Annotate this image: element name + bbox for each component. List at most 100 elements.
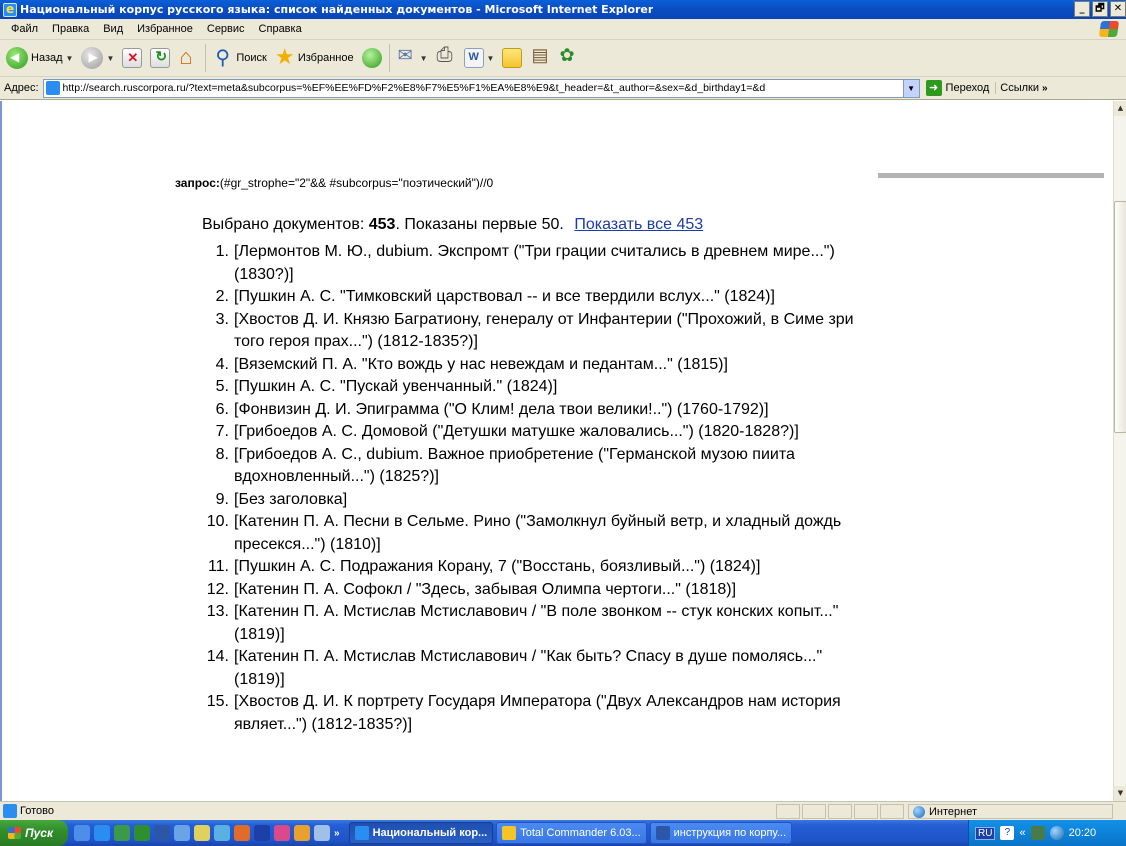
- menu-edit[interactable]: Правка: [45, 23, 96, 35]
- vertical-scrollbar[interactable]: ▲ ▼: [1113, 101, 1126, 801]
- scroll-thumb[interactable]: [1114, 201, 1126, 433]
- go-label: Переход: [945, 82, 990, 94]
- document-item: 7. [Грибоедов А. С. Домовой ("Детушки мат…: [202, 421, 862, 444]
- stop-button[interactable]: [119, 43, 145, 73]
- search-label: Поиск: [236, 52, 267, 64]
- research-button[interactable]: [527, 43, 553, 73]
- back-dropdown-icon[interactable]: ▼: [66, 54, 74, 63]
- favorites-button[interactable]: Избранное: [272, 43, 357, 73]
- messenger-tray-icon[interactable]: [1049, 826, 1064, 840]
- menu-tools[interactable]: Сервис: [200, 23, 252, 35]
- scroll-up-icon[interactable]: ▲: [1114, 101, 1126, 116]
- tray-expand-chevron[interactable]: «: [1019, 827, 1025, 839]
- document-number: 6.: [215, 400, 229, 418]
- edit-dropdown-icon[interactable]: ▼: [487, 54, 495, 63]
- taskbar-item-word[interactable]: инструкция по корпу...: [649, 822, 793, 844]
- document-number: 3.: [215, 310, 229, 328]
- document-list: 1. [Лермонтов М. Ю., dubium. Экспромт ("Т…: [202, 241, 862, 736]
- network-tray-icon[interactable]: [1030, 826, 1045, 840]
- help-icon[interactable]: ?: [1000, 826, 1015, 840]
- document-title: [Катенин П. А. Мстислав Мстиславович / "…: [234, 648, 823, 688]
- tool-icon[interactable]: [234, 825, 250, 841]
- menu-help[interactable]: Справка: [252, 23, 309, 35]
- word-icon[interactable]: [154, 825, 170, 841]
- edit-button[interactable]: ▼: [461, 43, 498, 73]
- window-icon[interactable]: [214, 825, 230, 841]
- notes-icon[interactable]: [294, 825, 310, 841]
- taskbar: Пуск » Национальный кор... Total Command…: [0, 820, 1126, 846]
- task-label: инструкция по корпу...: [673, 827, 787, 839]
- address-label: Адрес:: [4, 82, 39, 94]
- document-item: 12. [Катенин П. А. Софокл / "Здесь, забыв…: [202, 579, 862, 602]
- search-button[interactable]: Поиск: [210, 43, 269, 73]
- home-button[interactable]: [175, 43, 201, 73]
- word-task-icon: [655, 826, 670, 840]
- mail-dropdown-icon[interactable]: ▼: [420, 54, 428, 63]
- close-button[interactable]: ✕: [1110, 1, 1126, 17]
- document-item: 13. [Катенин П. А. Мстислав Мстиславович …: [202, 601, 862, 646]
- start-button[interactable]: Пуск: [0, 820, 68, 846]
- disk-icon[interactable]: [254, 825, 270, 841]
- document-title: [Хвостов Д. И. Князю Багратиону, генерал…: [234, 310, 854, 351]
- network-icon[interactable]: [174, 825, 190, 841]
- results-summary: Выбрано документов: 453. Показаны первые…: [202, 216, 703, 234]
- menu-favorites[interactable]: Избранное: [130, 23, 200, 35]
- refresh-button[interactable]: [147, 43, 173, 73]
- document-number: 5.: [215, 378, 229, 395]
- document-number: 10.: [206, 513, 229, 530]
- query-line: запрос:(#gr_strophe="2"&& #subcorpus="по…: [175, 176, 493, 190]
- start-label: Пуск: [25, 826, 54, 840]
- back-arrow-icon: [6, 47, 28, 69]
- messenger-button[interactable]: [555, 43, 581, 73]
- history-button[interactable]: [359, 43, 385, 73]
- forward-button[interactable]: ▼: [78, 43, 117, 73]
- address-url[interactable]: http://search.ruscorpora.ru/?text=meta&s…: [63, 82, 901, 94]
- document-number: 15.: [206, 693, 229, 710]
- language-indicator[interactable]: RU: [975, 826, 996, 840]
- status-panel: [776, 804, 800, 819]
- media-icon[interactable]: [274, 825, 290, 841]
- app-quicklaunch-icon[interactable]: [114, 825, 130, 841]
- ie-icon: [3, 2, 17, 17]
- address-dropdown-icon[interactable]: ▼: [902, 79, 919, 97]
- document-item: 9. [Без заголовка]: [202, 489, 862, 512]
- address-input[interactable]: http://search.ruscorpora.ru/?text=meta&s…: [42, 78, 920, 98]
- document-title: [Вяземский П. А. "Кто вождь у нас невежд…: [234, 355, 728, 373]
- taskbar-item-total-commander[interactable]: Total Commander 6.03...: [496, 822, 647, 844]
- menu-file[interactable]: Файл: [4, 23, 45, 35]
- forward-dropdown-icon[interactable]: ▼: [106, 54, 114, 63]
- document-title: [Хвостов Д. И. К портрету Государя Импер…: [234, 693, 841, 733]
- go-arrow-icon: ➜: [925, 80, 942, 96]
- page-content: запрос:(#gr_strophe="2"&& #subcorpus="по…: [0, 101, 1113, 801]
- excel-icon[interactable]: [134, 825, 150, 841]
- status-text: Готово: [20, 805, 54, 817]
- folder-button[interactable]: [499, 43, 525, 73]
- taskbar-item-ie[interactable]: Национальный кор...: [348, 822, 494, 844]
- document-title: [Пушкин А. С. Подражания Корану, 7 ("Вос…: [234, 558, 761, 575]
- ie-quicklaunch-icon[interactable]: [94, 825, 110, 841]
- document-title: [Грибоедов А. С., dubium. Важное приобре…: [234, 445, 795, 486]
- print-button[interactable]: [433, 43, 459, 73]
- back-button[interactable]: Назад ▼: [3, 43, 76, 73]
- windows-logo-icon: [1098, 21, 1120, 37]
- menu-view[interactable]: Вид: [96, 23, 130, 35]
- show-all-link[interactable]: Показать все 453: [574, 216, 703, 233]
- window-title-bar[interactable]: Национальный корпус русского языка: спис…: [0, 0, 1126, 19]
- pen-icon[interactable]: [194, 825, 210, 841]
- maximize-button[interactable]: 🗗: [1092, 1, 1108, 17]
- mail-button[interactable]: ▼: [394, 43, 431, 73]
- minimize-button[interactable]: _: [1074, 1, 1090, 17]
- desktop-icon[interactable]: [74, 825, 90, 841]
- quick-launch-more[interactable]: »: [334, 828, 340, 839]
- document-title: [Без заголовка]: [234, 490, 348, 508]
- explorer-icon[interactable]: [314, 825, 330, 841]
- query-text: (#gr_strophe="2"&& #subcorpus="поэтическ…: [219, 176, 494, 190]
- internet-globe-icon: [913, 805, 925, 818]
- selected-count: 453: [368, 216, 396, 233]
- document-title: [Грибоедов А. С. Домовой ("Детушки матуш…: [234, 423, 799, 440]
- task-label: Total Commander 6.03...: [520, 827, 641, 839]
- scroll-down-icon[interactable]: ▼: [1114, 786, 1126, 801]
- go-button[interactable]: ➜ Переход: [920, 80, 996, 96]
- links-button[interactable]: Ссылки »: [995, 82, 1051, 94]
- menu-bar: Файл Правка Вид Избранное Сервис Справка: [0, 19, 1126, 40]
